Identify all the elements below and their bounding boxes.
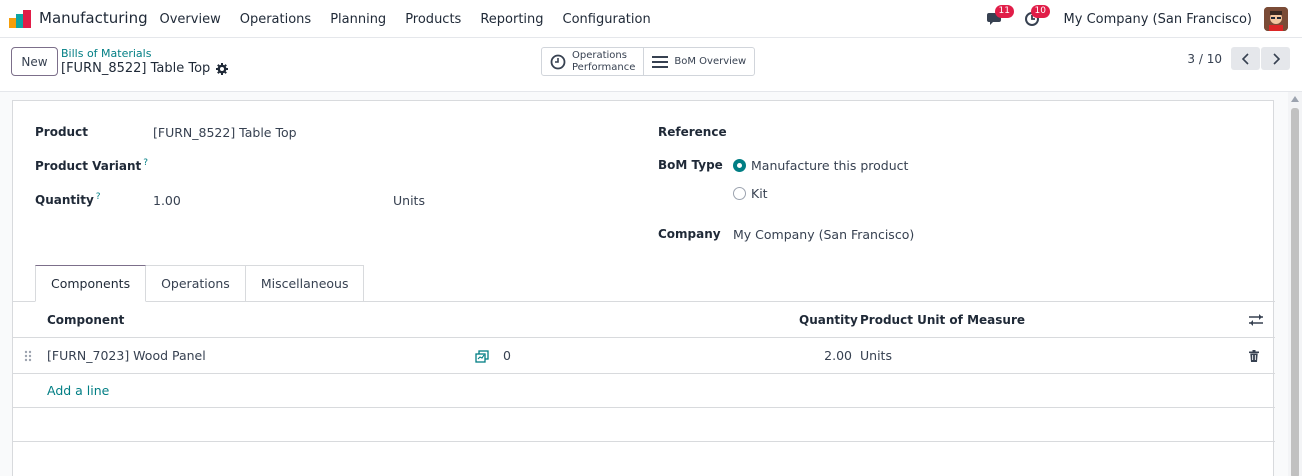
pager-value[interactable]: 3 / 10 xyxy=(1187,52,1222,66)
main-menu: Overview Operations Planning Products Re… xyxy=(150,0,660,38)
operations-performance-line1: Operations xyxy=(572,49,627,61)
operations-performance-label: Operations Performance xyxy=(572,50,635,74)
messages-button[interactable]: 11 xyxy=(982,5,1014,31)
bom-type-manufacture-label[interactable]: Manufacture this product xyxy=(751,158,908,173)
menu-operations[interactable]: Operations xyxy=(230,12,320,27)
forecast-report-icon[interactable] xyxy=(475,350,489,363)
empty-table-row xyxy=(13,408,1275,442)
clock-icon xyxy=(550,54,566,69)
forecast-cell: 0 xyxy=(503,348,511,363)
bom-type-kit-radio[interactable] xyxy=(733,187,746,200)
new-button[interactable]: New xyxy=(11,47,58,76)
manufacturing-app-icon[interactable] xyxy=(9,10,31,28)
column-uom[interactable]: Product Unit of Measure xyxy=(860,313,1025,327)
menu-overview[interactable]: Overview xyxy=(150,12,230,27)
product-variant-label-text: Product Variant xyxy=(35,159,142,173)
quantity-cell[interactable]: 2.00 xyxy=(817,348,852,363)
page-scrollbar[interactable] xyxy=(1288,92,1302,476)
help-tooltip-icon[interactable]: ? xyxy=(143,158,148,168)
uom-cell[interactable]: Units xyxy=(860,348,892,363)
menu-configuration[interactable]: Configuration xyxy=(553,12,660,27)
menu-reporting[interactable]: Reporting xyxy=(471,12,553,27)
form-sheet: Product [FURN_8522] Table Top Product Va… xyxy=(12,100,1275,476)
operations-performance-line2: Performance xyxy=(572,61,636,73)
pager: 3 / 10 xyxy=(1187,47,1290,70)
breadcrumb-bills-of-materials[interactable]: Bills of Materials xyxy=(61,47,151,60)
component-cell[interactable]: [FURN_7023] Wood Panel xyxy=(47,348,206,363)
pager-previous-button[interactable] xyxy=(1231,47,1260,70)
control-panel: New Bills of Materials [FURN_8522] Table… xyxy=(0,38,1302,92)
add-line-link[interactable]: Add a line xyxy=(47,383,109,398)
bom-overview-button[interactable]: BoM Overview xyxy=(643,48,754,75)
column-component[interactable]: Component xyxy=(47,313,124,327)
company-label: Company xyxy=(658,227,721,241)
chevron-left-icon xyxy=(1241,52,1249,65)
tab-operations[interactable]: Operations xyxy=(146,265,246,302)
bom-type-kit-label[interactable]: Kit xyxy=(751,186,768,201)
user-avatar-icon xyxy=(1264,7,1288,31)
table-row[interactable]: [FURN_7023] Wood Panel 0 2.00 Units xyxy=(13,338,1275,374)
scroll-thumb[interactable] xyxy=(1291,108,1299,476)
quantity-uom-field[interactable]: Units xyxy=(393,193,425,208)
bom-type-label: BoM Type xyxy=(658,158,723,172)
quantity-field[interactable]: 1.00 xyxy=(153,193,181,208)
top-navbar: Manufacturing Overview Operations Planni… xyxy=(0,0,1302,38)
drag-handle-icon[interactable] xyxy=(24,350,32,362)
optional-columns-toggle-icon[interactable] xyxy=(1249,314,1263,326)
product-variant-field[interactable] xyxy=(153,158,413,174)
bom-type-manufacture-radio[interactable] xyxy=(733,159,746,172)
product-label: Product xyxy=(35,125,88,139)
bars-icon xyxy=(652,55,669,68)
pager-next-button[interactable] xyxy=(1261,47,1290,70)
quantity-label: Quantity? xyxy=(35,192,101,207)
components-table-header: Component Quantity Product Unit of Measu… xyxy=(13,302,1275,338)
product-field[interactable]: [FURN_8522] Table Top xyxy=(153,125,297,140)
systray: 11 10 My Company (San Francisco) xyxy=(982,0,1302,38)
user-avatar[interactable] xyxy=(1264,7,1288,31)
operations-performance-button[interactable]: Operations Performance xyxy=(542,48,643,75)
reference-label: Reference xyxy=(658,125,727,139)
messages-badge: 11 xyxy=(994,5,1014,18)
menu-products[interactable]: Products xyxy=(396,12,471,27)
notebook-tabs: Components Operations Miscellaneous xyxy=(35,265,365,302)
help-tooltip-icon[interactable]: ? xyxy=(96,192,101,202)
record-title: [FURN_8522] Table Top xyxy=(61,61,229,76)
app-name[interactable]: Manufacturing xyxy=(39,9,148,27)
product-variant-label: Product Variant? xyxy=(35,158,148,173)
column-quantity[interactable]: Quantity xyxy=(799,313,858,327)
gear-icon[interactable] xyxy=(216,62,229,75)
add-line-row: Add a line xyxy=(13,374,1275,408)
activities-badge: 10 xyxy=(1030,5,1050,18)
reference-field[interactable] xyxy=(732,125,1252,141)
tab-components[interactable]: Components xyxy=(35,265,147,302)
quantity-label-text: Quantity xyxy=(35,193,94,207)
trash-icon[interactable] xyxy=(1249,350,1259,362)
chevron-right-icon xyxy=(1272,52,1280,65)
tab-miscellaneous[interactable]: Miscellaneous xyxy=(245,265,365,302)
bom-overview-label: BoM Overview xyxy=(674,55,747,67)
company-switcher[interactable]: My Company (San Francisco) xyxy=(1064,12,1252,27)
activities-button[interactable]: 10 xyxy=(1018,5,1050,31)
menu-planning[interactable]: Planning xyxy=(321,12,396,27)
record-title-text: [FURN_8522] Table Top xyxy=(61,61,211,76)
smart-buttons: Operations Performance BoM Overview xyxy=(541,47,756,76)
scroll-up-arrow-icon[interactable] xyxy=(1291,96,1299,102)
company-field[interactable]: My Company (San Francisco) xyxy=(733,227,914,242)
